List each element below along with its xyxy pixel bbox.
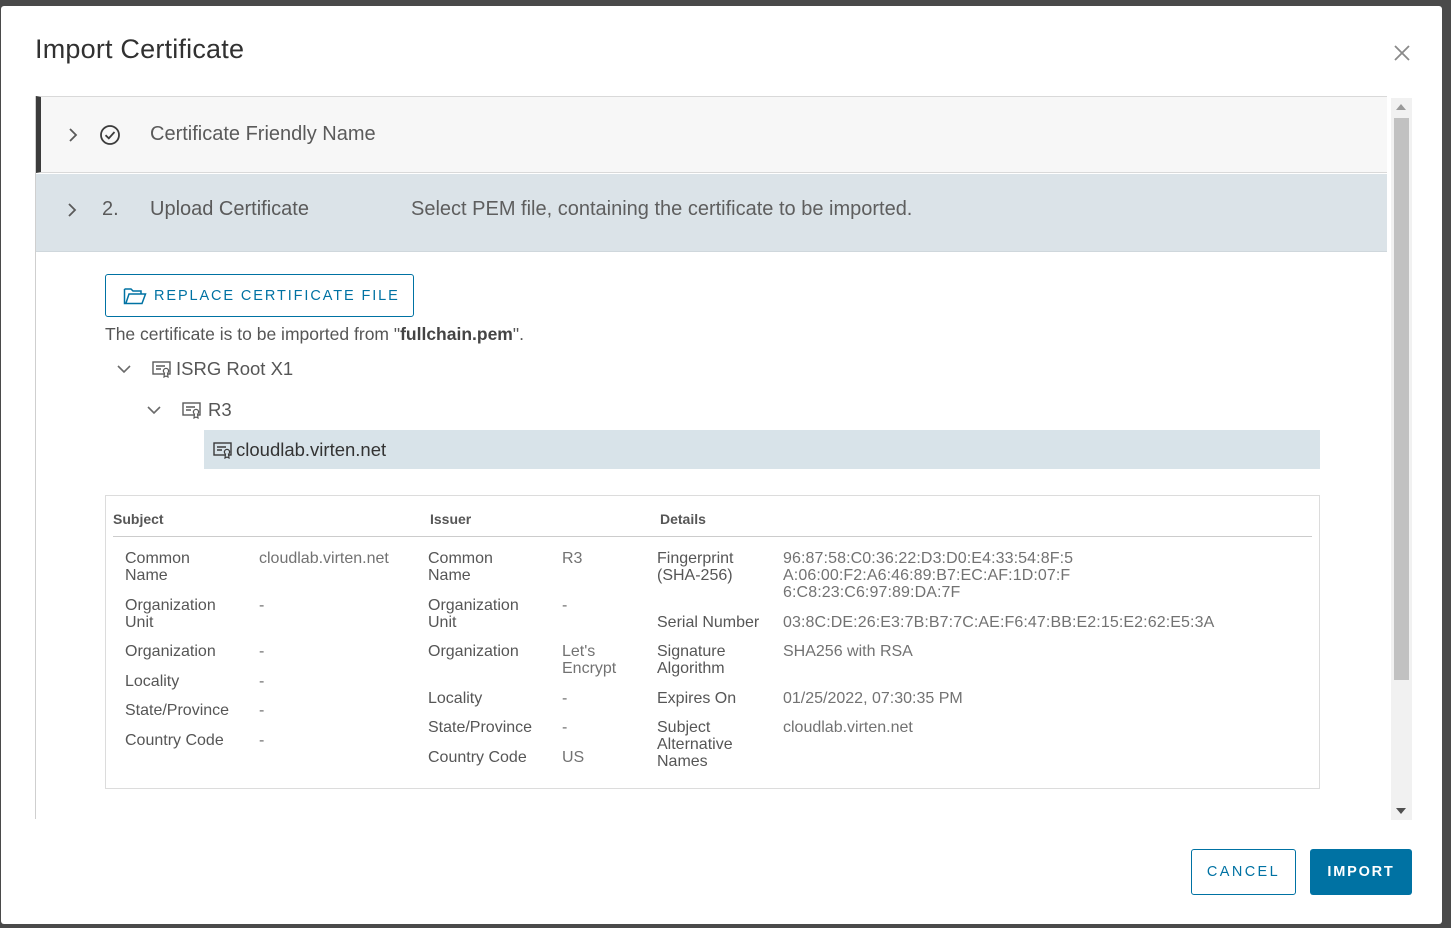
- subject-alt-names-label: Subject Alternative Names: [657, 719, 733, 770]
- import-button[interactable]: IMPORT: [1310, 849, 1412, 895]
- step-title: Upload Certificate: [150, 198, 309, 220]
- column-header-subject: Subject: [113, 511, 164, 527]
- signature-algorithm-value: SHA256 with RSA: [783, 643, 913, 660]
- tree-label-intermediate: R3: [208, 399, 232, 420]
- import-source-note: The certificate is to be imported from "…: [105, 324, 524, 345]
- subject-state-value: -: [259, 702, 265, 719]
- check-circle-icon: [99, 124, 121, 146]
- certificate-icon: [182, 401, 202, 419]
- subject-country-label: Country Code: [125, 732, 224, 749]
- subject-common-name-value: cloudlab.virten.net: [259, 550, 389, 567]
- vertical-scrollbar[interactable]: [1391, 98, 1412, 820]
- step-number: 2.: [102, 198, 119, 220]
- issuer-locality-value: -: [562, 690, 568, 707]
- cancel-button[interactable]: CANCEL: [1191, 849, 1296, 895]
- step-certificate-friendly-name[interactable]: Certificate Friendly Name: [36, 96, 1387, 173]
- issuer-organization-label: Organization: [428, 643, 519, 660]
- fingerprint-value-line2: A:06:00:F2:A6:46:89:B7:EC:AF:1D:07:F: [783, 567, 1071, 584]
- import-certificate-dialog: Import Certificate Certificate Friendly …: [1, 6, 1442, 924]
- step-title: Certificate Friendly Name: [150, 123, 376, 145]
- issuer-common-name-label: Common Name: [428, 550, 493, 584]
- subject-locality-label: Locality: [125, 673, 180, 690]
- subject-organization-value: -: [259, 643, 265, 660]
- issuer-locality-label: Locality: [428, 690, 483, 707]
- replace-button-label: REPLACE CERTIFICATE FILE: [154, 287, 400, 304]
- subject-state-label: State/Province: [125, 702, 230, 719]
- subject-alt-names-value: cloudlab.virten.net: [783, 719, 913, 736]
- step-description: Select PEM file, containing the certific…: [411, 198, 913, 220]
- certificate-icon: [152, 360, 172, 378]
- expires-on-value: 01/25/2022, 07:30:35 PM: [783, 690, 963, 707]
- serial-number-value: 03:8C:DE:26:E3:7B:B7:7C:AE:F6:47:BB:E2:1…: [783, 614, 1215, 631]
- note-prefix: The certificate is to be imported from ": [105, 324, 401, 344]
- tree-label-leaf: cloudlab.virten.net: [236, 439, 387, 460]
- subject-organization-label: Organization: [125, 643, 216, 660]
- chevron-right-icon[interactable]: [64, 202, 80, 218]
- issuer-org-unit-value: -: [562, 597, 568, 614]
- fingerprint-label: Fingerprint (SHA-256): [657, 550, 734, 584]
- scroll-up-arrow-icon[interactable]: [1396, 104, 1406, 110]
- issuer-organization-value: Let's Encrypt: [562, 643, 617, 677]
- subject-common-name-label: Common Name: [125, 550, 190, 584]
- wizard-panel: Certificate Friendly Name 2. Upload Cert…: [35, 96, 1388, 819]
- fingerprint-value-line3: 6:C8:23:C6:97:89:DA:7F: [783, 584, 961, 601]
- subject-org-unit-label: Organization Unit: [125, 597, 216, 631]
- issuer-state-label: State/Province: [428, 719, 533, 736]
- scrollbar-thumb[interactable]: [1394, 118, 1409, 680]
- tree-node-root[interactable]: ISRG Root X1: [116, 358, 293, 380]
- serial-number-label: Serial Number: [657, 614, 760, 631]
- subject-country-value: -: [259, 732, 265, 749]
- subject-locality-value: -: [259, 673, 265, 690]
- expires-on-label: Expires On: [657, 690, 737, 707]
- file-name: fullchain.pem: [400, 324, 513, 344]
- chevron-down-icon[interactable]: [116, 361, 132, 377]
- column-header-details: Details: [660, 511, 706, 527]
- scroll-down-arrow-icon[interactable]: [1396, 808, 1406, 814]
- dialog-title: Import Certificate: [35, 34, 245, 64]
- certificate-details-table: Subject Issuer Details Common Name cloud…: [105, 495, 1320, 789]
- issuer-state-value: -: [562, 719, 568, 736]
- header-divider: [113, 536, 1312, 537]
- issuer-country-label: Country Code: [428, 749, 527, 766]
- replace-certificate-file-button[interactable]: REPLACE CERTIFICATE FILE: [105, 274, 414, 317]
- tree-label-root: ISRG Root X1: [176, 358, 294, 379]
- signature-algorithm-label: Signature Algorithm: [657, 643, 726, 677]
- close-icon[interactable]: [1389, 40, 1415, 66]
- column-header-issuer: Issuer: [430, 511, 472, 527]
- tree-node-leaf-selected[interactable]: cloudlab.virten.net: [204, 430, 1320, 469]
- chevron-right-icon[interactable]: [65, 127, 81, 143]
- issuer-common-name-value: R3: [562, 550, 583, 567]
- certificate-icon: [213, 441, 233, 459]
- chevron-down-icon[interactable]: [146, 402, 162, 418]
- note-suffix: ".: [512, 324, 524, 344]
- step-upload-certificate[interactable]: 2. Upload Certificate Select PEM file, c…: [36, 174, 1387, 252]
- issuer-org-unit-label: Organization Unit: [428, 597, 519, 631]
- tree-node-intermediate[interactable]: R3: [146, 399, 232, 421]
- folder-open-icon: [123, 286, 147, 306]
- fingerprint-value-line1: 96:87:58:C0:36:22:D3:D0:E4:33:54:8F:5: [783, 550, 1074, 567]
- issuer-country-value: US: [562, 749, 585, 766]
- subject-org-unit-value: -: [259, 597, 265, 614]
